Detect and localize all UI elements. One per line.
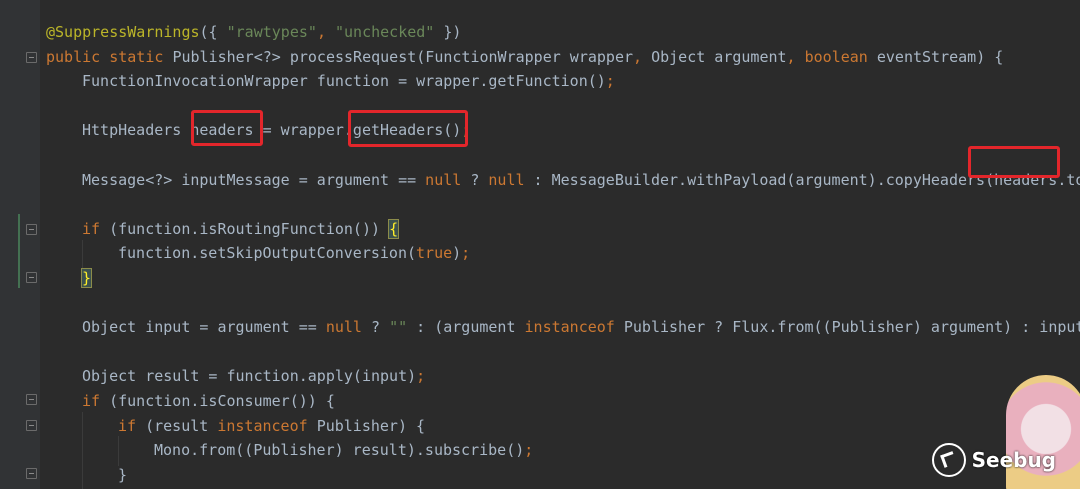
code-token: if [82,391,110,410]
code-token: Object result = function.apply(input) [82,367,417,386]
code-token: } [80,267,93,288]
code-token: true [416,244,453,263]
code-token: } [118,465,128,484]
code-token: , [316,23,335,41]
seebug-logo-icon [931,443,966,477]
code-token: Publisher<?> processRequest(FunctionWrap… [172,47,634,66]
code-token: Object input = argument == [82,318,326,337]
highlight-box-headers-var [191,110,263,146]
editor-gutter[interactable] [0,0,40,489]
code-token: "" [389,318,417,337]
code-token: , [633,47,652,66]
code-line[interactable]: public static Publisher<?> processReques… [46,45,1080,70]
code-token: ; [605,72,615,91]
code-line[interactable]: } [46,266,1080,291]
code-token: instanceof [217,416,317,435]
fold-icon[interactable] [26,52,37,63]
code-token: public static [46,47,173,66]
seebug-logo: Seebug [931,443,1056,477]
code-token: function.setSkipOutputConversion( [118,244,417,263]
code-token: null [488,170,534,189]
code-token: if [118,416,146,435]
code-line[interactable]: Object input = argument == null ? "" : (… [46,315,1080,340]
code-token: { [388,218,400,239]
code-token: "unchecked" [335,23,435,41]
code-token: instanceof [524,318,624,337]
code-token: (result [145,416,218,435]
code-token: Publisher ? Flux.from((Publisher) argume… [623,318,1080,337]
fold-icon[interactable] [26,420,37,431]
code-line[interactable] [46,340,1080,365]
code-token: Message<?> inputMessage = argument == [82,170,426,189]
code-token: Mono.from((Publisher) result).subscribe(… [154,441,525,460]
code-token: ) [452,244,462,263]
code-token: ? [371,318,390,337]
code-token: boolean [804,47,877,66]
code-token: : (argument [416,318,525,337]
code-token: }) [434,23,462,41]
code-line[interactable]: function.setSkipOutputConversion(true); [46,241,1080,266]
code-line[interactable] [46,143,1080,168]
code-token: Publisher) { [316,416,426,435]
seebug-logo-text: Seebug [971,448,1056,472]
code-token: null [425,170,471,189]
code-token: @SuppressWarnings [46,23,200,41]
fold-icon[interactable] [26,468,37,479]
code-line[interactable]: Message<?> inputMessage = argument == nu… [46,168,1080,193]
code-token: ({ [199,23,227,41]
code-token: ? [470,170,489,189]
code-line[interactable]: if (function.isRoutingFunction()) { [46,217,1080,242]
code-line[interactable] [46,291,1080,316]
code-editor[interactable]: @SuppressWarnings({ "rawtypes", "uncheck… [0,0,1080,489]
code-token: null [325,318,371,337]
code-token: , [786,47,805,66]
fold-icon[interactable] [26,224,37,235]
code-token: "rawtypes" [226,23,317,41]
watermark: Seebug [920,369,1080,489]
code-token: (function.isRoutingFunction()) [109,219,390,238]
text-caret [398,220,400,238]
code-token: ; [524,441,534,460]
highlight-box-headers-arg [968,146,1060,178]
change-marker[interactable] [18,214,20,288]
highlight-box-getheaders-call [348,110,468,147]
code-token: ; [461,244,471,263]
code-token: Object argument [651,47,787,66]
code-token: (function.isConsumer()) { [109,391,335,410]
code-token: FunctionInvocationWrapper function = wra… [82,72,606,91]
code-line[interactable] [46,192,1080,217]
fold-icon[interactable] [26,394,37,405]
code-token: ; [416,367,426,386]
code-token: if [82,219,110,238]
code-line[interactable]: FunctionInvocationWrapper function = wra… [46,69,1080,94]
code-line[interactable]: @SuppressWarnings({ "rawtypes", "uncheck… [46,20,1080,45]
code-token: eventStream) { [876,47,1004,66]
fold-icon[interactable] [26,272,37,283]
